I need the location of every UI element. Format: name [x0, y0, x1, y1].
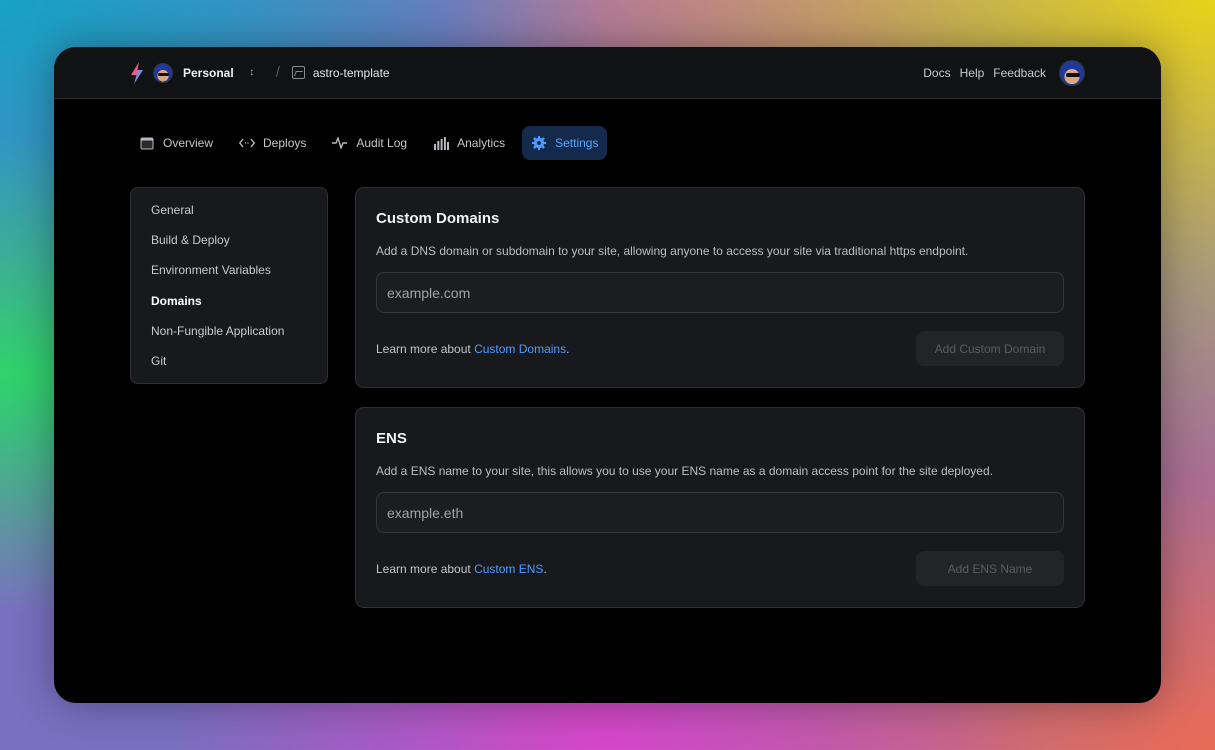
- bar-chart-icon: [433, 135, 449, 151]
- workspace-avatar: [153, 62, 173, 83]
- workspace-breadcrumb: Personal ↕ / astro-template: [129, 61, 390, 84]
- ens-title: ENS: [376, 430, 407, 447]
- top-links: Docs Help Feedback: [923, 59, 1085, 86]
- tab-settings[interactable]: Settings: [522, 126, 608, 160]
- top-bar: Personal ↕ / astro-template Docs Help Fe…: [54, 47, 1161, 99]
- user-avatar[interactable]: [1059, 59, 1085, 86]
- site-tabs: Overview Deploys Audit Log Analytics Set…: [130, 126, 608, 160]
- add-custom-domain-button[interactable]: Add Custom Domain: [916, 331, 1064, 366]
- tab-label: Deploys: [263, 136, 307, 150]
- sidebar-item-general[interactable]: General: [151, 202, 327, 232]
- sidebar-item-domains[interactable]: Domains: [151, 293, 327, 323]
- tab-label: Audit Log: [356, 136, 408, 150]
- learn-more-suffix: .: [566, 342, 570, 356]
- breadcrumb-separator: /: [275, 64, 280, 81]
- tab-overview[interactable]: Overview: [130, 126, 222, 160]
- ens-learn-more: Learn more about Custom ENS.: [376, 562, 547, 576]
- help-link[interactable]: Help: [960, 66, 985, 80]
- sidebar-item-environment-variables[interactable]: Environment Variables: [151, 262, 327, 292]
- tab-analytics[interactable]: Analytics: [424, 126, 514, 160]
- custom-domains-description: Add a DNS domain or subdomain to your si…: [376, 244, 969, 258]
- ens-card: ENS Add a ENS name to your site, this al…: [355, 407, 1085, 608]
- chevron-updown-icon[interactable]: ↕: [246, 67, 258, 78]
- ens-description: Add a ENS name to your site, this allows…: [376, 464, 993, 478]
- activity-icon: [332, 135, 348, 151]
- code-arrows-icon: [239, 135, 256, 151]
- custom-domain-input[interactable]: [376, 272, 1064, 313]
- ens-name-input[interactable]: [376, 492, 1064, 533]
- learn-more-text: Learn more about: [376, 342, 471, 356]
- custom-domains-card: Custom Domains Add a DNS domain or subdo…: [355, 187, 1085, 388]
- custom-domains-link[interactable]: Custom Domains: [474, 342, 566, 356]
- site-name[interactable]: astro-template: [313, 66, 390, 80]
- add-ens-name-button[interactable]: Add ENS Name: [916, 551, 1064, 586]
- custom-domains-learn-more: Learn more about Custom Domains.: [376, 342, 569, 356]
- sidebar-item-git[interactable]: Git: [151, 353, 327, 383]
- tab-label: Analytics: [457, 136, 506, 150]
- tab-label: Overview: [163, 136, 214, 150]
- window-icon: [139, 135, 155, 151]
- custom-ens-link[interactable]: Custom ENS: [474, 562, 543, 576]
- gear-icon: [531, 135, 547, 151]
- custom-domains-title: Custom Domains: [376, 210, 500, 227]
- app-window: Personal ↕ / astro-template Docs Help Fe…: [54, 47, 1161, 703]
- tab-deploys[interactable]: Deploys: [230, 126, 315, 160]
- feedback-link[interactable]: Feedback: [993, 66, 1046, 80]
- settings-sidebar: General Build & Deploy Environment Varia…: [130, 187, 328, 384]
- learn-more-text: Learn more about: [376, 562, 471, 576]
- bolt-logo-icon[interactable]: [129, 61, 145, 84]
- tab-label: Settings: [555, 136, 599, 150]
- sidebar-item-non-fungible-application[interactable]: Non-Fungible Application: [151, 323, 327, 353]
- sidebar-item-build-deploy[interactable]: Build & Deploy: [151, 232, 327, 262]
- workspace-name[interactable]: Personal: [183, 66, 234, 80]
- docs-link[interactable]: Docs: [923, 66, 950, 80]
- learn-more-suffix: .: [543, 562, 547, 576]
- site-image-icon: [291, 66, 305, 79]
- tab-audit-log[interactable]: Audit Log: [323, 126, 416, 160]
